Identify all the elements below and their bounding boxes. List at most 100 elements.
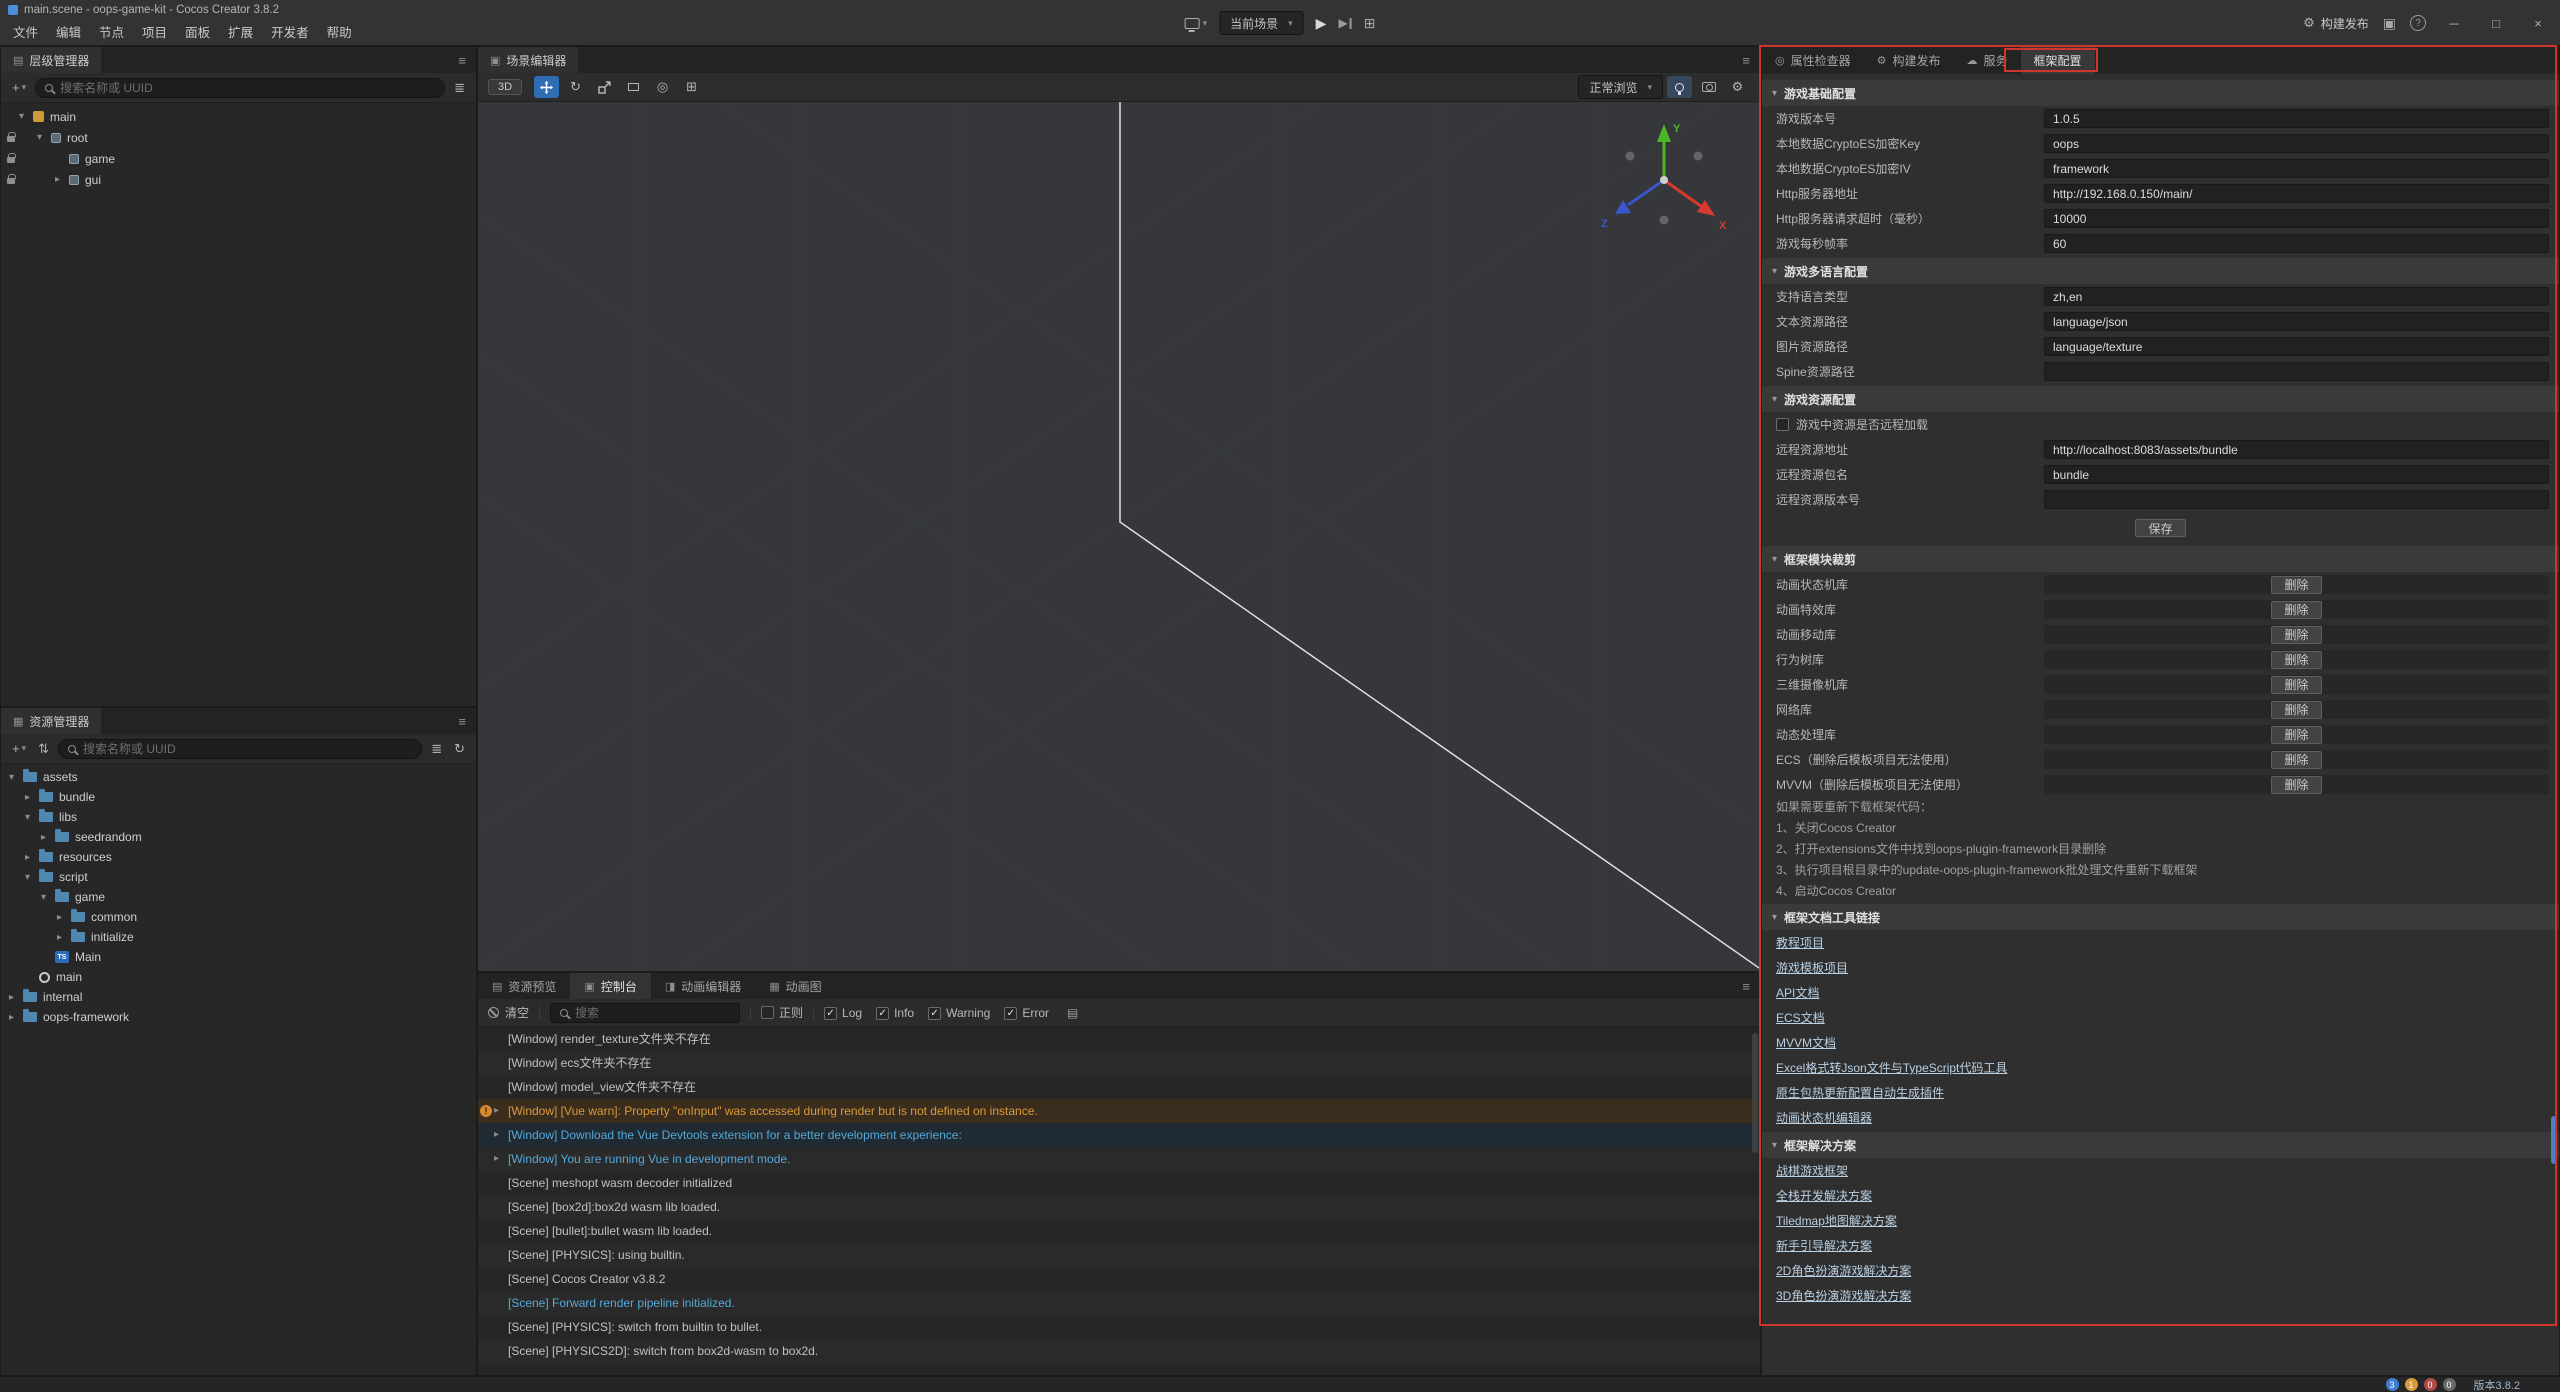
error-checkbox[interactable] (1004, 1007, 1017, 1020)
log-row[interactable]: [Window] model_view文件夹不存在 (478, 1075, 1760, 1099)
collapse-arrow-icon[interactable]: ▸ (9, 992, 23, 1003)
warning-checkbox[interactable] (928, 1007, 941, 1020)
doc-link[interactable]: 原生包热更新配置自动生成插件 (1776, 1084, 1944, 1101)
log-filter-Warning[interactable]: Warning (928, 1006, 990, 1020)
tree-row[interactable]: ▾game (1, 887, 476, 907)
panel-menu-icon[interactable]: ≡ (458, 53, 466, 68)
assets-search[interactable] (58, 739, 422, 759)
menu-item-扩展[interactable]: 扩展 (219, 20, 262, 43)
tree-row[interactable]: game (1, 148, 476, 169)
add-asset-button[interactable]: +▾ (9, 741, 29, 756)
text-input[interactable]: zh,en (2044, 287, 2549, 306)
log-row[interactable]: [Scene] Cocos Creator v3.8.2 (478, 1267, 1760, 1291)
view-mode-dropdown[interactable]: 正常浏览 ▾ (1578, 75, 1663, 99)
log-row[interactable]: ▸[Window] Download the Vue Devtools exte… (478, 1123, 1760, 1147)
scene-viewport[interactable]: Y X Z (478, 102, 1760, 971)
menu-item-面板[interactable]: 面板 (176, 20, 219, 43)
console-search[interactable] (550, 1003, 740, 1023)
collapse-arrow-icon[interactable]: ▸ (9, 1012, 23, 1023)
text-input[interactable]: 1.0.5 (2044, 109, 2549, 128)
help-icon[interactable]: ? (2410, 15, 2426, 31)
menu-item-编辑[interactable]: 编辑 (47, 20, 90, 43)
inspector-tab-服务[interactable]: ☁服务 (1954, 47, 2021, 74)
delete-button[interactable]: 删除 (2271, 651, 2321, 669)
light-toggle-icon[interactable] (1667, 76, 1692, 98)
assets-search-input[interactable] (83, 742, 412, 756)
text-input[interactable] (2044, 490, 2549, 509)
text-input[interactable] (2044, 362, 2549, 381)
menu-item-节点[interactable]: 节点 (90, 20, 133, 43)
tree-row[interactable]: ▾assets (1, 767, 476, 787)
expand-arrow-icon[interactable]: ▸ (494, 1147, 499, 1171)
assets-tab[interactable]: ▦ 资源管理器 (1, 708, 101, 734)
delete-button[interactable]: 删除 (2271, 726, 2321, 744)
log-filter-Info[interactable]: Info (876, 1006, 914, 1020)
log-row[interactable]: [Scene] meshopt wasm decoder initialized (478, 1171, 1760, 1195)
build-publish-button[interactable]: ⚙ 构建发布 (2303, 15, 2369, 32)
collapse-arrow-icon[interactable]: ▸ (55, 174, 69, 185)
save-button[interactable]: 保存 (2135, 519, 2185, 537)
hierarchy-search-input[interactable] (60, 81, 435, 95)
text-input[interactable]: language/json (2044, 312, 2549, 331)
delete-button[interactable]: 删除 (2271, 576, 2321, 594)
lock-icon[interactable] (7, 157, 15, 163)
tree-row[interactable]: ▾main (1, 106, 476, 127)
log-filter-Error[interactable]: Error (1004, 1006, 1049, 1020)
tree-row[interactable]: ▾libs (1, 807, 476, 827)
expand-arrow-icon[interactable]: ▸ (494, 1099, 499, 1123)
status-badge[interactable]: 0 (2443, 1378, 2456, 1391)
sort-icon[interactable]: ⇅ (35, 741, 52, 757)
rotate-tool-icon[interactable]: ↻ (563, 76, 588, 98)
scrollbar-thumb[interactable] (2551, 1116, 2557, 1164)
collapse-arrow-icon[interactable]: ▸ (25, 792, 39, 803)
tree-row[interactable]: ▾script (1, 867, 476, 887)
doc-link[interactable]: 全栈开发解决方案 (1776, 1187, 1872, 1204)
tree-row[interactable]: ▸oops-framework (1, 1007, 476, 1027)
text-input[interactable]: 60 (2044, 234, 2549, 253)
status-badge[interactable]: 0 (2424, 1378, 2437, 1391)
panel-menu-icon[interactable]: ≡ (458, 714, 466, 729)
open-log-file-icon[interactable]: ▤ (1067, 1006, 1078, 1020)
doc-link[interactable]: Excel格式转Json文件与TypeScript代码工具 (1776, 1059, 2007, 1076)
doc-link[interactable]: 教程项目 (1776, 934, 1824, 951)
doc-link[interactable]: 2D角色扮演游戏解决方案 (1776, 1262, 1911, 1279)
hierarchy-tab[interactable]: ▤ 层级管理器 (1, 47, 101, 73)
panel-menu-icon[interactable]: ≡ (1742, 979, 1750, 994)
snap-grid-icon[interactable]: ⊞ (679, 76, 704, 98)
lock-icon[interactable] (7, 136, 15, 142)
menu-item-项目[interactable]: 项目 (133, 20, 176, 43)
delete-button[interactable]: 删除 (2271, 701, 2321, 719)
doc-link[interactable]: MVVM文档 (1776, 1034, 1836, 1051)
delete-button[interactable]: 删除 (2271, 601, 2321, 619)
log-row[interactable]: [Window] ecs文件夹不存在 (478, 1051, 1760, 1075)
status-badge[interactable]: 1 (2405, 1378, 2418, 1391)
layout-grid-icon[interactable]: ⊞ (1364, 15, 1376, 32)
close-button[interactable]: × (2524, 16, 2552, 31)
collapse-arrow-icon[interactable]: ▾ (25, 812, 39, 823)
log-row[interactable]: [Scene] [PHYSICS]: switch from builtin t… (478, 1315, 1760, 1339)
inspector-tab-框架配置[interactable]: 框架配置 (2021, 47, 2095, 74)
scene-select-dropdown[interactable]: 当前场景 ▾ (1219, 11, 1304, 35)
text-input[interactable]: oops (2044, 134, 2549, 153)
info-checkbox[interactable] (876, 1007, 889, 1020)
collapse-arrow-icon[interactable]: ▾ (37, 132, 51, 143)
preview-device-icon[interactable]: ▾ (1185, 18, 1208, 29)
tree-row[interactable]: ▾root (1, 127, 476, 148)
doc-link[interactable]: 3D角色扮演游戏解决方案 (1776, 1287, 1911, 1304)
doc-link[interactable]: 动画状态机编辑器 (1776, 1109, 1872, 1126)
doc-link[interactable]: API文档 (1776, 984, 1819, 1001)
step-button[interactable]: ▶ (1338, 16, 1351, 30)
assets-filter-icon[interactable]: ≣ (428, 741, 445, 757)
expand-arrow-icon[interactable]: ▸ (494, 1123, 499, 1147)
console-tab-资源预览[interactable]: ▤资源预览 (478, 973, 570, 999)
text-input[interactable]: framework (2044, 159, 2549, 178)
collapse-arrow-icon[interactable]: ▾ (41, 892, 55, 903)
collapse-arrow-icon[interactable]: ▸ (41, 832, 55, 843)
console-scrollbar[interactable] (1752, 1033, 1758, 1153)
console-search-input[interactable] (575, 1006, 730, 1020)
camera-icon[interactable] (1696, 76, 1721, 98)
console-tab-动画编辑器[interactable]: ◨动画编辑器 (651, 973, 755, 999)
console-tab-动画图[interactable]: ▦动画图 (755, 973, 835, 999)
rect-tool-icon[interactable] (621, 76, 646, 98)
menu-item-文件[interactable]: 文件 (4, 20, 47, 43)
